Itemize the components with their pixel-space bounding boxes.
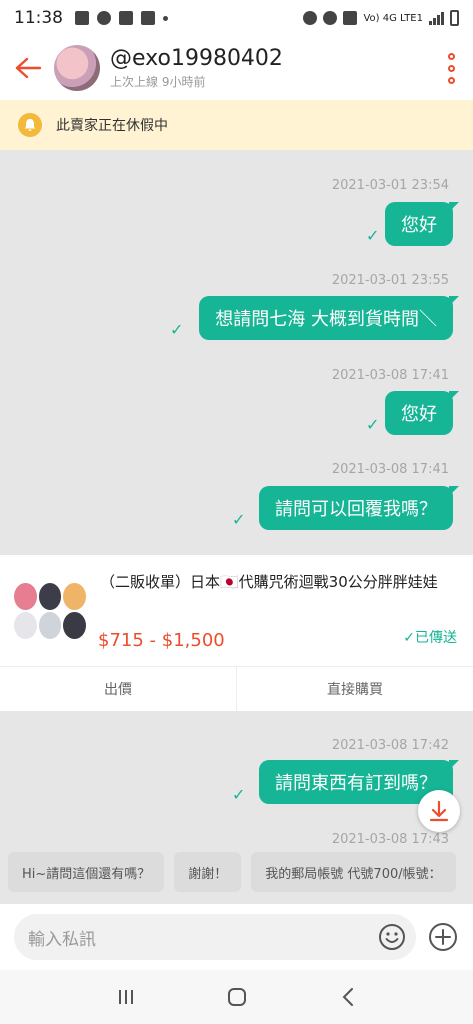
message-composer: 輸入私訊 bbox=[0, 904, 473, 970]
vacation-text: 此賣家正在休假中 bbox=[56, 118, 168, 134]
sent-status: ✓已傳送 bbox=[403, 629, 457, 646]
bluetooth-icon bbox=[323, 11, 338, 25]
mute-icon bbox=[343, 11, 358, 25]
message-bubble[interactable]: 請問可以回覆我嗎？ bbox=[259, 486, 459, 530]
message-bubble[interactable]: 您好 bbox=[385, 202, 459, 246]
check-box-icon bbox=[141, 11, 155, 25]
status-time: 11:38 bbox=[14, 8, 63, 28]
more-options-icon[interactable] bbox=[441, 52, 461, 84]
back-arrow-icon[interactable] bbox=[12, 52, 44, 84]
message-timestamp: 2021-03-08 17:41 bbox=[331, 462, 449, 477]
home-icon[interactable] bbox=[225, 985, 249, 1009]
recent-apps-icon[interactable] bbox=[114, 985, 138, 1009]
alarm-icon bbox=[303, 11, 318, 25]
read-check-icon: ✓ bbox=[170, 320, 184, 339]
battery-icon bbox=[450, 10, 459, 26]
spotify-icon bbox=[97, 11, 111, 25]
product-price: $715 - $1,500 bbox=[98, 629, 225, 651]
message-bubble[interactable]: 想請問七海 大概到貨時間＼ bbox=[199, 296, 459, 340]
vacation-banner: 此賣家正在休假中 bbox=[0, 100, 473, 150]
message-timestamp: 2021-03-01 23:54 bbox=[331, 178, 449, 193]
scroll-to-bottom-button[interactable] bbox=[418, 790, 460, 832]
message-input[interactable]: 輸入私訊 bbox=[14, 914, 416, 960]
chat-header: @exo19980402 上次上線 9小時前 bbox=[0, 36, 473, 100]
download-icon bbox=[119, 11, 133, 25]
gallery-icon bbox=[75, 11, 89, 25]
arrow-down-icon bbox=[429, 800, 449, 822]
quick-reply-chip[interactable]: 謝謝！ bbox=[174, 852, 242, 892]
seller-username[interactable]: @exo19980402 bbox=[110, 46, 283, 71]
bell-icon bbox=[18, 113, 42, 137]
network-label: Vo) 4G LTE1 bbox=[363, 12, 423, 24]
product-thumbnail[interactable] bbox=[14, 582, 86, 639]
quick-reply-chip[interactable]: 我的郵局帳號 代號700/帳號： bbox=[251, 852, 456, 892]
read-check-icon: ✓ bbox=[232, 510, 246, 529]
make-offer-button[interactable]: 出價 bbox=[0, 667, 237, 711]
quick-replies: Hi~請問這個還有嗎？ 謝謝！ 我的郵局帳號 代號700/帳號： bbox=[0, 852, 473, 902]
product-title[interactable]: （二販收單）日本🇯🇵代購咒術迴戰30公分胖胖娃娃 bbox=[100, 571, 445, 592]
message-timestamp: 2021-03-08 17:41 bbox=[331, 368, 449, 383]
system-back-icon[interactable] bbox=[336, 985, 360, 1009]
product-card[interactable]: （二販收單）日本🇯🇵代購咒術迴戰30公分胖胖娃娃 $715 - $1,500 ✓… bbox=[0, 555, 473, 711]
read-check-icon: ✓ bbox=[366, 226, 380, 245]
message-bubble[interactable]: 您好 bbox=[385, 391, 459, 435]
avatar[interactable] bbox=[54, 45, 100, 91]
buy-now-button[interactable]: 直接購買 bbox=[237, 667, 473, 711]
emoji-icon[interactable] bbox=[378, 923, 406, 951]
notification-dot-icon bbox=[163, 15, 168, 21]
message-timestamp: 2021-03-08 17:42 bbox=[331, 738, 449, 753]
read-check-icon: ✓ bbox=[232, 785, 246, 804]
add-attachment-icon[interactable] bbox=[428, 922, 458, 952]
quick-reply-chip[interactable]: Hi~請問這個還有嗎？ bbox=[8, 852, 165, 892]
last-online-status: 上次上線 9小時前 bbox=[110, 75, 206, 89]
system-nav-bar bbox=[0, 970, 473, 1024]
message-input-placeholder: 輸入私訊 bbox=[28, 929, 96, 950]
signal-icon bbox=[429, 11, 444, 25]
message-timestamp: 2021-03-08 17:43 bbox=[331, 832, 449, 847]
message-timestamp: 2021-03-01 23:55 bbox=[331, 273, 449, 288]
status-bar: 11:38 Vo) 4G LTE1 bbox=[0, 0, 473, 36]
read-check-icon: ✓ bbox=[366, 415, 380, 434]
